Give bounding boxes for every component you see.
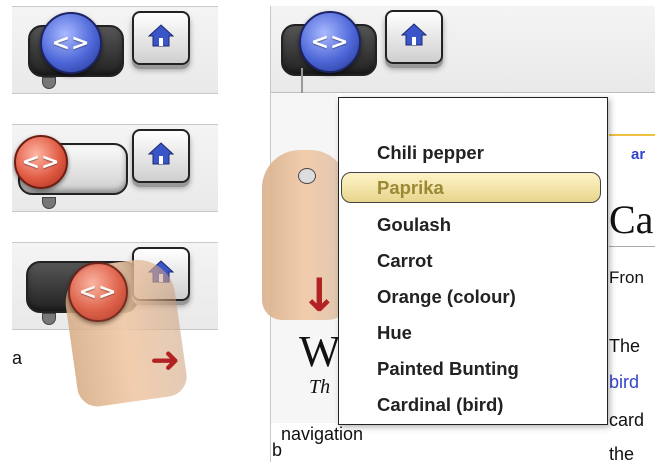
menu-item[interactable]: Hue [377,322,412,344]
wiki-logo-sub: Th [309,376,331,398]
wiki-logo-letter: W [299,327,341,376]
chevron-down-icon[interactable] [298,168,316,184]
panel-label-a: a [12,348,23,368]
nav-arrows-icon: <> [78,279,118,305]
wiki-tab-link[interactable]: ar [631,146,645,163]
menu-item[interactable]: Chili pepper [377,142,484,164]
wiki-body-link[interactable]: bird [609,372,639,393]
nav-arrows-knob-blue[interactable]: <> [299,11,361,73]
wiki-title: Ca [609,197,654,242]
nav-arrows-knob-blue[interactable]: <> [40,12,102,74]
chevron-down-icon[interactable] [42,77,56,89]
nav-arrows-icon: <> [21,149,61,175]
panel-label-b: b [272,440,283,460]
panel-a2: <> [12,124,218,212]
home-icon [148,142,174,165]
menu-item[interactable]: Cardinal (bird) [377,394,503,416]
menu-item[interactable]: Orange (colour) [377,286,516,308]
nav-arrows-icon: <> [51,30,91,56]
home-button[interactable] [132,129,190,183]
menu-item-highlighted[interactable]: Paprika [377,177,444,199]
home-button[interactable] [385,10,443,64]
chevron-down-icon[interactable] [42,313,56,325]
swipe-right-arrow-icon: ➜ [150,340,181,381]
home-button[interactable] [132,11,190,65]
menu-item[interactable]: Carrot [377,250,433,272]
swipe-down-arrow-icon: ↓ [300,268,339,322]
home-icon [401,23,427,46]
nav-arrows-knob-red[interactable]: <> [68,262,128,322]
wiki-from-text: Fron [609,268,644,287]
tab-divider [609,134,655,136]
home-icon [148,24,174,47]
menu-item[interactable]: Goulash [377,214,451,236]
history-dropdown-menu[interactable]: Chili pepper Paprika Goulash Carrot Oran… [338,97,608,425]
nav-arrows-icon: <> [310,29,350,55]
menu-item[interactable]: Painted Bunting [377,358,519,380]
nav-label: navigation [281,424,364,444]
title-rule [609,246,655,247]
wiki-body-line: The [609,336,641,356]
nav-arrows-knob-red[interactable]: <> [14,135,68,189]
panel-a1: <> [12,6,218,94]
wiki-body-line: card [609,410,645,430]
chevron-down-icon[interactable] [42,197,56,209]
